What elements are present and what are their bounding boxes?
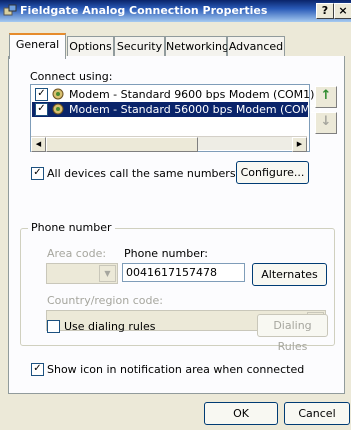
phone-number-input[interactable]: 0041617157478: [122, 263, 245, 282]
title-bar: Fieldgate Analog Connection Properties ?…: [0, 0, 351, 22]
area-code-select[interactable]: ▼: [46, 263, 118, 284]
device-checkbox[interactable]: ✓: [35, 103, 48, 116]
all-devices-checkbox[interactable]: ✓: [31, 167, 44, 180]
scroll-right-icon[interactable]: ▶: [292, 137, 307, 152]
tab-options-label: Options: [69, 40, 112, 53]
all-devices-label: All devices call the same numbers: [47, 167, 236, 180]
dialing-rules-button[interactable]: Dialing Rules: [257, 314, 328, 353]
list-item[interactable]: ✓ Modem - Standard 9600 bps Modem (COM1): [32, 87, 314, 102]
area-code-label: Area code:: [47, 247, 107, 260]
device-label: Modem - Standard 9600 bps Modem (COM1): [69, 88, 315, 101]
list-item[interactable]: ✓ Modem - Standard 56000 bps Modem (COM2…: [32, 102, 321, 117]
scroll-left-icon[interactable]: ◀: [31, 137, 46, 152]
window-title: Fieldgate Analog Connection Properties: [20, 4, 268, 17]
phone-number-label: Phone number:: [124, 247, 209, 260]
tab-networking-label: Networking: [166, 40, 229, 53]
chevron-down-icon[interactable]: ▼: [99, 265, 116, 282]
close-button[interactable]: ×: [334, 3, 351, 19]
tab-general-label: General: [15, 38, 60, 51]
device-checkbox[interactable]: ✓: [35, 88, 48, 101]
move-down-icon[interactable]: ↓: [315, 112, 337, 134]
connect-using-label: Connect using:: [30, 70, 113, 83]
tab-security-label: Security: [116, 40, 163, 53]
modem-icon: [52, 88, 64, 100]
tab-general[interactable]: General: [9, 33, 66, 59]
scroll-thumb[interactable]: [46, 137, 198, 152]
use-dialing-rules-checkbox[interactable]: [47, 320, 60, 333]
tab-security[interactable]: Security: [114, 36, 165, 57]
tab-advanced-label: Advanced: [228, 40, 284, 53]
country-region-label: Country/region code:: [47, 294, 163, 307]
help-button[interactable]: ?: [316, 3, 334, 19]
device-label: Modem - Standard 56000 bps Modem (COM2): [69, 103, 322, 116]
show-icon-checkbox[interactable]: ✓: [31, 363, 44, 376]
use-dialing-rules-label: Use dialing rules: [64, 320, 156, 333]
tab-advanced[interactable]: Advanced: [227, 36, 285, 57]
move-up-icon[interactable]: ↑: [315, 86, 337, 108]
ok-button[interactable]: OK: [204, 402, 278, 425]
modem-icon: [52, 103, 64, 115]
show-icon-label: Show icon in notification area when conn…: [47, 363, 305, 376]
tab-networking[interactable]: Networking: [165, 36, 229, 57]
phone-number-group-label: Phone number: [28, 221, 115, 234]
connection-icon: [3, 4, 17, 16]
configure-button[interactable]: Configure...: [236, 161, 309, 184]
tab-options[interactable]: Options: [67, 36, 114, 57]
alternates-button[interactable]: Alternates: [252, 263, 327, 286]
cancel-button[interactable]: Cancel: [284, 402, 350, 425]
horizontal-scrollbar[interactable]: ◀ ▶: [31, 136, 307, 152]
